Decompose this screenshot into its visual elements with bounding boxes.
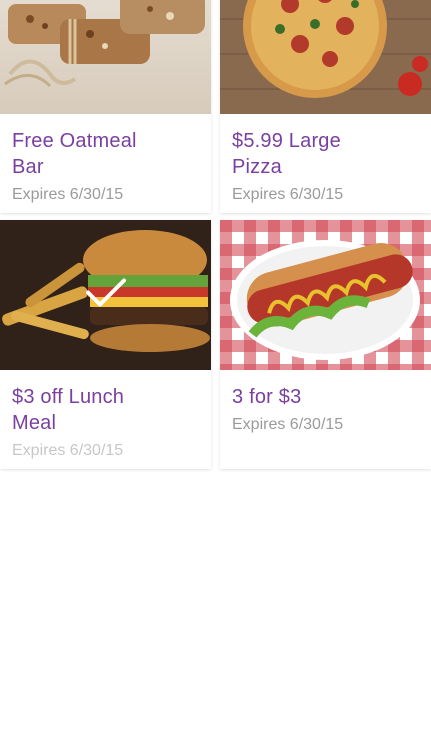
checkmark-icon (85, 277, 126, 314)
offer-title: $5.99 Large Pizza (232, 128, 419, 180)
offer-card-large-pizza[interactable]: $5.99 Large Pizza Expires 6/30/15 (220, 0, 431, 213)
offer-title-line-2: Bar (12, 156, 44, 178)
offer-title: $3 off Lunch Meal (12, 384, 199, 436)
offer-expiry: Expires 6/30/15 (232, 416, 344, 433)
offer-expiry: Expires 6/30/15 (12, 186, 124, 203)
offer-expiry: Expires 6/30/15 (12, 442, 124, 459)
oatmeal-bar-image (0, 0, 211, 114)
offer-card-oatmeal-bar[interactable]: Free Oatmeal Bar Expires 6/30/15 (0, 0, 211, 213)
offer-expiry: Expires 6/30/15 (232, 186, 344, 203)
offer-card-lunch-meal[interactable]: $3 off Lunch Meal Expires 6/30/15 (0, 220, 211, 469)
offer-title: 3 for $3 (232, 384, 419, 410)
offer-title-line-1: 3 for $3 (232, 386, 302, 408)
offer-title-line-1: $3 off Lunch (12, 386, 125, 408)
offer-title: Free Oatmeal Bar (12, 128, 199, 180)
offer-title-line-2: Meal (12, 412, 57, 434)
offer-title-line-1: $5.99 Large (232, 130, 341, 152)
pizza-image (220, 0, 431, 114)
hotdog-image (220, 220, 431, 370)
offer-title-line-2: Pizza (232, 156, 282, 178)
burger-image (0, 220, 211, 370)
offer-title-line-1: Free Oatmeal (12, 130, 137, 152)
offer-card-3-for-3[interactable]: 3 for $3 Expires 6/30/15 (220, 220, 431, 469)
